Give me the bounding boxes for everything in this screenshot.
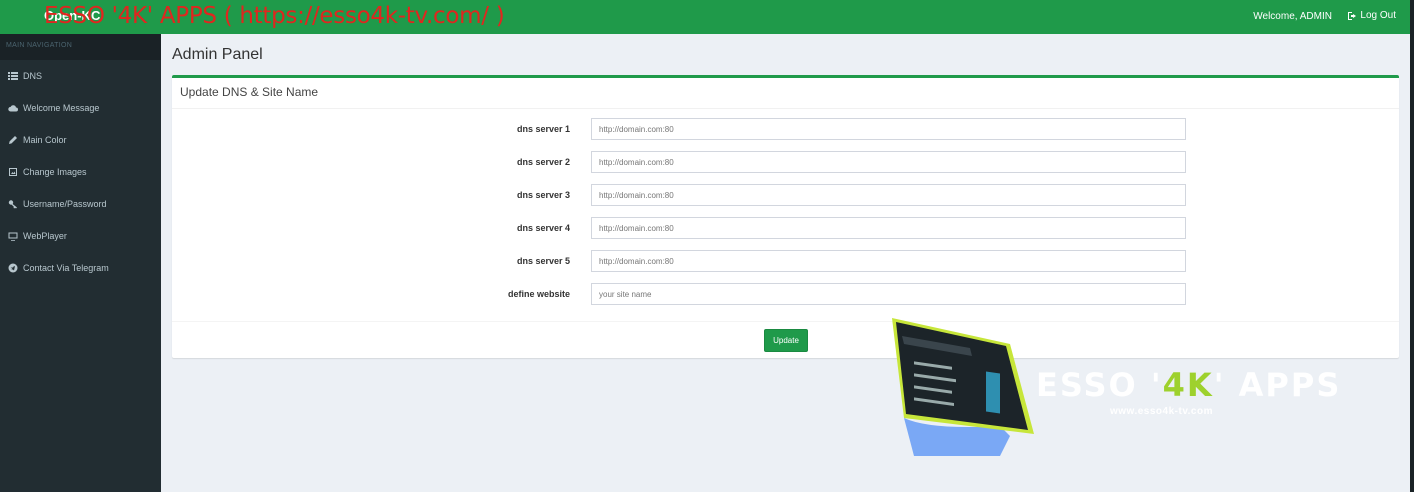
sidebar-item-label: WebPlayer <box>23 231 67 241</box>
box-footer: Update <box>172 321 1399 358</box>
sidebar-item-username-password[interactable]: Username/Password <box>0 188 161 220</box>
window-edge <box>1410 0 1414 492</box>
define-website-label: define website <box>507 289 570 299</box>
watermark-brand-part: ' APPS <box>1213 366 1342 404</box>
dns-server-1-input[interactable] <box>591 118 1186 140</box>
form-row-dns-1: dns server 1 <box>172 118 1399 142</box>
nav-header: MAIN NAVIGATION <box>0 34 161 60</box>
sidebar-item-welcome-message[interactable]: Welcome Message <box>0 92 161 124</box>
sidebar-item-change-images[interactable]: Change Images <box>0 156 161 188</box>
page-title: Admin Panel <box>172 46 263 63</box>
list-icon <box>8 72 18 80</box>
dns-server-3-input[interactable] <box>591 184 1186 206</box>
form-row-website: define website <box>172 283 1399 307</box>
pencil-icon <box>9 136 17 144</box>
watermark-banner: ESSO '4K' APPS ( https://esso4k-tv.com/ … <box>44 3 505 29</box>
box-title: Update DNS & Site Name <box>172 78 1399 109</box>
sign-out-icon <box>1348 11 1357 20</box>
sidebar-item-label: Change Images <box>23 167 87 177</box>
cloud-icon <box>8 105 18 112</box>
update-button[interactable]: Update <box>764 329 808 352</box>
logout-link[interactable]: Log Out <box>1347 10 1396 21</box>
sidebar-item-dns[interactable]: DNS <box>0 60 161 92</box>
sidebar: MAIN NAVIGATION DNS Welcome Message Main… <box>0 34 161 492</box>
dns-server-3-label: dns server 3 <box>516 190 570 200</box>
logout-label: Log Out <box>1360 10 1396 21</box>
dns-server-2-input[interactable] <box>591 151 1186 173</box>
form-row-dns-2: dns server 2 <box>172 151 1399 175</box>
form-row-dns-3: dns server 3 <box>172 184 1399 208</box>
key-icon <box>8 200 17 209</box>
dns-server-5-input[interactable] <box>591 250 1186 272</box>
monitor-icon <box>8 232 18 241</box>
sidebar-item-main-color[interactable]: Main Color <box>0 124 161 156</box>
sidebar-item-label: Username/Password <box>23 199 107 209</box>
sidebar-item-label: Welcome Message <box>23 103 100 113</box>
form-row-dns-4: dns server 4 <box>172 217 1399 241</box>
dns-server-4-input[interactable] <box>591 217 1186 239</box>
site-name-input[interactable] <box>591 283 1186 305</box>
watermark-monitor-graphic <box>892 318 1034 456</box>
watermark-brand-highlight: 4K <box>1162 366 1214 404</box>
dns-form-box: Update DNS & Site Name dns server 1 dns … <box>172 75 1399 358</box>
sidebar-item-label: Contact Via Telegram <box>23 263 109 273</box>
dns-server-4-label: dns server 4 <box>516 223 570 233</box>
dns-server-5-label: dns server 5 <box>516 256 570 266</box>
watermark-brand-part: ESSO ' <box>1036 366 1163 404</box>
form-row-dns-5: dns server 5 <box>172 250 1399 274</box>
top-header: Open-KC ESSO '4K' APPS ( https://esso4k-… <box>0 0 1410 34</box>
watermark-url: www.esso4k-tv.com <box>1110 406 1213 417</box>
welcome-user: Welcome, ADMIN <box>1253 11 1332 22</box>
dns-server-2-label: dns server 2 <box>516 157 570 167</box>
sidebar-item-label: DNS <box>23 71 43 81</box>
sidebar-item-contact-telegram[interactable]: Contact Via Telegram <box>0 252 161 284</box>
dns-server-1-label: dns server 1 <box>516 124 570 134</box>
telegram-icon <box>8 263 18 273</box>
sidebar-item-label: Main Color <box>23 135 67 145</box>
image-icon <box>9 168 17 176</box>
watermark-brand: ESSO '4K' APPS <box>1036 366 1341 404</box>
sidebar-item-webplayer[interactable]: WebPlayer <box>0 220 161 252</box>
